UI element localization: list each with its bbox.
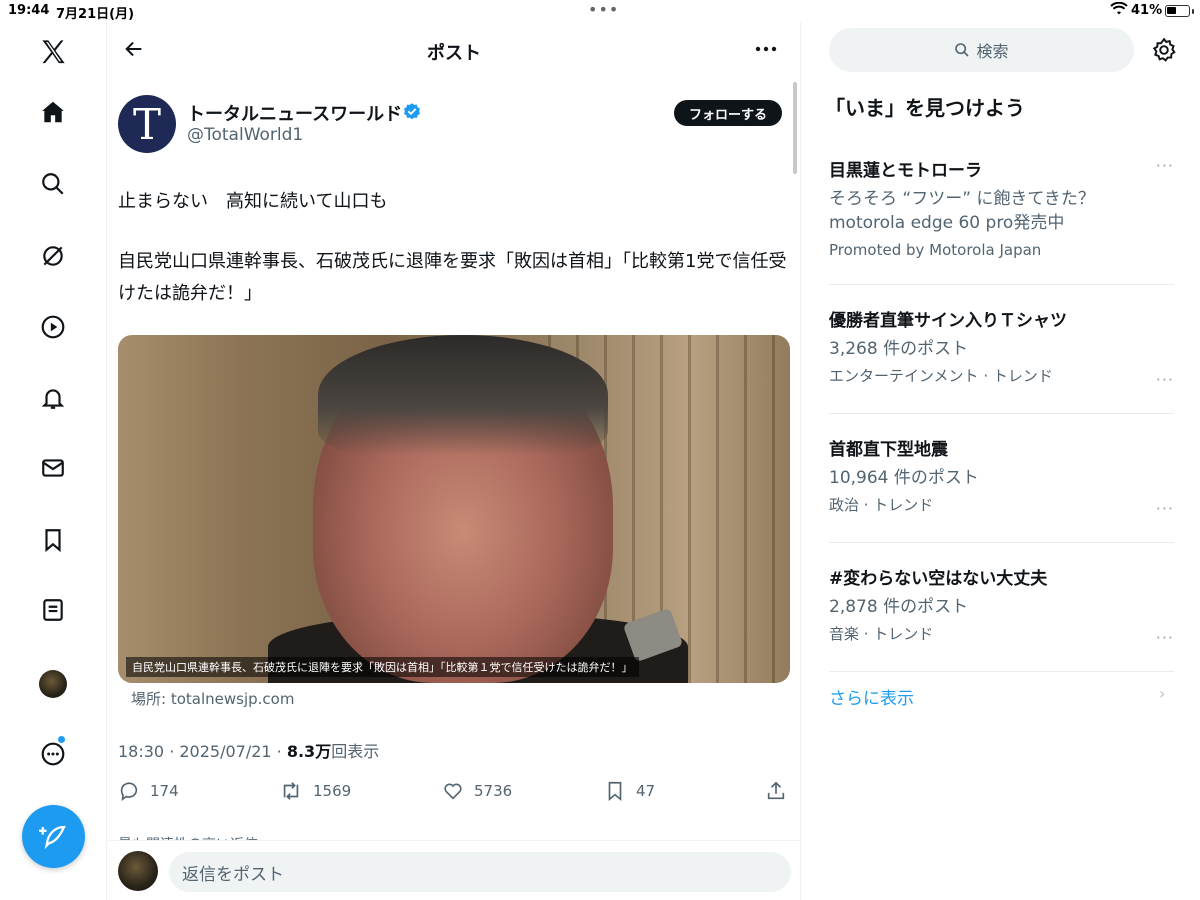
unread-dot: [58, 736, 65, 743]
trend-item[interactable]: 優勝者直筆サイン入りＴシャツ 3,268 件のポスト エンターテインメント · …: [829, 306, 1174, 389]
trend-title: 首都直下型地震: [829, 440, 948, 460]
wifi-icon: [1110, 2, 1128, 15]
gear-icon[interactable]: [1151, 37, 1177, 63]
lists-icon[interactable]: [33, 590, 73, 630]
status-bar: 19:44 7月21日(月) ••• 41%: [0, 0, 1200, 22]
search-input[interactable]: 検索: [829, 28, 1134, 72]
search-placeholder: 検索: [976, 42, 1009, 61]
trend-item[interactable]: 目黒蓮とモトローラ ··· そろそろ “フツー” に飽きてきた？ motorol…: [829, 156, 1174, 259]
battery-percent: 41%: [1131, 3, 1163, 18]
more-horizontal-icon: [755, 46, 777, 52]
trend-subtitle: motorola edge 60 pro発売中: [829, 213, 1065, 233]
post-timestamp[interactable]: 18:30 · 2025/07/21 ·: [118, 742, 287, 761]
author-avatar[interactable]: T: [118, 95, 176, 153]
multitask-dots-icon[interactable]: •••: [588, 0, 619, 19]
search-icon: [955, 43, 970, 57]
more-circle-icon[interactable]: [33, 734, 73, 774]
trend-count: 2,878 件のポスト: [829, 597, 969, 617]
media-caption: 自民党山口県連幹事長、石破茂氏に退陣を要求「敗因は首相」「比較第１党で信任受けた…: [126, 657, 639, 677]
bookmark-icon[interactable]: [33, 520, 73, 560]
post-text-line: 止まらない 高知に続いて山口も: [118, 191, 388, 212]
search-icon[interactable]: [33, 164, 73, 204]
trend-meta: 政治 · トレンド: [829, 496, 934, 514]
divider: [829, 542, 1174, 543]
reply-bubble-icon: [120, 782, 138, 802]
page-title: ポスト: [427, 43, 481, 64]
divider: [829, 284, 1174, 285]
author-handle[interactable]: @TotalWorld1: [187, 125, 303, 145]
post-media-image[interactable]: 自民党山口県連幹事長、石破茂氏に退陣を要求「敗因は首相」「比較第１党で信任受けた…: [118, 335, 790, 683]
post-text-body: 自民党山口県連幹事長、石破茂氏に退陣を要求「敗因は首相」「比較第1党で信任受けた…: [118, 251, 787, 304]
share-upload-icon: [767, 781, 785, 800]
compose-feather-icon: [38, 825, 66, 849]
notifications-bell-icon[interactable]: [33, 378, 73, 418]
trend-title: #変わらない空はない大丈夫: [829, 569, 1048, 589]
battery-cap: [1192, 9, 1194, 14]
repost-icon: [283, 782, 299, 800]
trend-title: 目黒蓮とモトローラ: [829, 161, 982, 181]
grok-icon[interactable]: [33, 236, 73, 276]
reply-action[interactable]: 174: [118, 776, 179, 806]
media-hair: [318, 335, 608, 455]
trend-more-icon[interactable]: ···: [1156, 370, 1174, 389]
divider: [829, 413, 1174, 414]
trend-meta: エンターテインメント · トレンド: [829, 367, 1053, 385]
left-nav: [0, 22, 107, 900]
right-sidebar: 検索 「いま」を見つけよう 目黒蓮とモトローラ ··· そろそろ “フツー” に…: [801, 22, 1200, 900]
trend-more-icon[interactable]: ···: [1156, 628, 1174, 647]
trend-meta: 音楽 · トレンド: [829, 625, 934, 643]
reply-user-avatar: [118, 851, 158, 891]
view-label: 回表示: [331, 742, 380, 761]
trend-more-icon[interactable]: ···: [1156, 499, 1174, 518]
like-count: 5736: [474, 782, 513, 800]
post-header: ポスト: [107, 22, 800, 77]
repost-action[interactable]: 1569: [279, 776, 351, 806]
status-time: 19:44: [8, 3, 50, 18]
bookmark-count: 47: [636, 782, 656, 800]
post-more-button[interactable]: [751, 36, 781, 62]
author-display-name[interactable]: トータルニュースワールド: [187, 100, 402, 126]
trend-item[interactable]: #変わらない空はない大丈夫 2,878 件のポスト 音楽 · トレンド ···: [829, 564, 1174, 647]
profile-avatar[interactable]: [39, 670, 67, 698]
trend-count: 3,268 件のポスト: [829, 339, 969, 359]
trend-subtitle: そろそろ “フツー” に飽きてきた？: [829, 189, 1095, 209]
share-action[interactable]: [765, 776, 787, 806]
x-logo-icon[interactable]: [33, 32, 73, 72]
home-icon[interactable]: [33, 92, 73, 132]
trend-count: 10,964 件のポスト: [829, 468, 979, 488]
compose-post-button[interactable]: [22, 805, 85, 868]
main-column: ポスト T トータルニュースワールド @TotalWorld1 フォローする 止…: [107, 22, 801, 900]
reply-composer: 返信をポスト: [107, 840, 800, 900]
divider: [829, 671, 1174, 672]
scrollbar[interactable]: [793, 82, 797, 174]
bookmark-action[interactable]: 47: [604, 776, 655, 806]
reply-count: 174: [150, 782, 179, 800]
follow-button[interactable]: フォローする: [674, 100, 782, 126]
trend-title: 優勝者直筆サイン入りＴシャツ: [829, 311, 1067, 331]
reply-input[interactable]: 返信をポスト: [169, 852, 791, 892]
messages-envelope-icon[interactable]: [33, 448, 73, 488]
show-more-link[interactable]: さらに表示: [829, 684, 914, 709]
view-count: 8.3万: [286, 742, 332, 761]
link-source[interactable]: 場所: totalnewsjp.com: [131, 688, 294, 709]
trend-more-icon[interactable]: ···: [1156, 156, 1174, 175]
post-meta: 18:30 · 2025/07/21 · 8.3万回表示: [118, 738, 379, 762]
explore-title: 「いま」を見つけよう: [825, 96, 1025, 120]
heart-icon: [444, 783, 462, 800]
trend-item[interactable]: 首都直下型地震 10,964 件のポスト 政治 · トレンド ···: [829, 435, 1174, 518]
verified-badge-icon: [404, 103, 420, 120]
battery-icon: [1165, 5, 1190, 17]
like-action[interactable]: 5736: [442, 776, 512, 806]
repost-count: 1569: [313, 782, 352, 800]
chevron-right-icon: ›: [1159, 684, 1166, 703]
video-icon[interactable]: [33, 307, 73, 347]
trend-meta: Promoted by Motorola Japan: [829, 241, 1042, 259]
status-date: 7月21日(月): [56, 7, 135, 22]
bookmark-outline-icon: [608, 781, 622, 802]
post-actions: 174 1569 5736 47: [107, 776, 800, 806]
